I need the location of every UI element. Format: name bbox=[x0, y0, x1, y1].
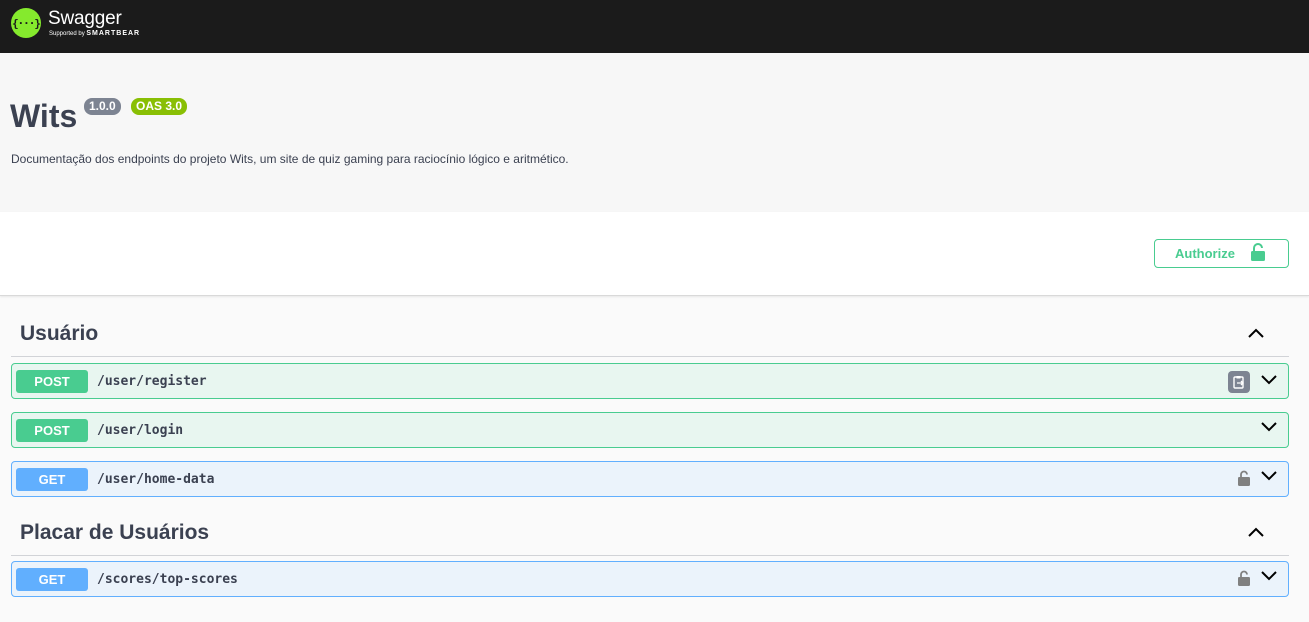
oas-badge: OAS 3.0 bbox=[131, 98, 188, 115]
chevron-up-icon[interactable] bbox=[1247, 326, 1265, 344]
chevron-down-icon[interactable] bbox=[1260, 469, 1278, 487]
tag-section-usuario[interactable]: Usuário bbox=[11, 311, 1289, 357]
tag-title-placar: Placar de Usuários bbox=[20, 520, 210, 544]
copy-icon[interactable] bbox=[1228, 371, 1250, 393]
api-info: Wits 1.0.0 OAS 3.0 Documentação dos endp… bbox=[0, 53, 1309, 212]
tag-section-placar[interactable]: Placar de Usuários bbox=[11, 510, 1289, 556]
chevron-down-icon[interactable] bbox=[1260, 373, 1278, 391]
operation-path: /user/home-data bbox=[97, 471, 215, 487]
chevron-up-icon[interactable] bbox=[1247, 525, 1265, 543]
logo-text: Swagger Supported by SMARTBEAR bbox=[48, 8, 140, 38]
method-badge: GET bbox=[16, 467, 88, 491]
operation-path: /scores/top-scores bbox=[97, 571, 238, 587]
logo-subtitle: Supported by SMARTBEAR bbox=[49, 30, 140, 38]
operation-get-scores-top-scores[interactable]: GET /scores/top-scores bbox=[11, 561, 1289, 597]
method-badge: GET bbox=[16, 567, 88, 591]
operation-controls bbox=[1228, 371, 1278, 393]
method-badge: POST bbox=[16, 418, 88, 442]
authorize-label: Authorize bbox=[1175, 246, 1235, 261]
api-title: Wits bbox=[10, 98, 78, 134]
logo-supported-by: Supported by bbox=[49, 31, 85, 37]
operation-post-user-login[interactable]: POST /user/login bbox=[11, 412, 1289, 448]
logo-brand: SMARTBEAR bbox=[86, 30, 141, 37]
version-badge: 1.0.0 bbox=[84, 98, 121, 115]
unlock-icon[interactable] bbox=[1238, 570, 1250, 586]
operation-post-user-register[interactable]: POST /user/register bbox=[11, 363, 1289, 399]
operation-path: /user/register bbox=[97, 373, 207, 389]
operation-controls bbox=[1238, 469, 1278, 487]
unlock-icon bbox=[1250, 243, 1265, 264]
unlock-icon[interactable] bbox=[1238, 470, 1250, 486]
logo-title: Swagger bbox=[48, 8, 122, 29]
scheme-container: Authorize bbox=[0, 212, 1309, 296]
method-badge: POST bbox=[16, 369, 88, 393]
operation-path: /user/login bbox=[97, 422, 184, 438]
chevron-down-icon[interactable] bbox=[1260, 420, 1278, 438]
operation-controls bbox=[1238, 569, 1278, 587]
topbar: {···} Swagger Supported by SMARTBEAR bbox=[0, 0, 1309, 53]
operation-controls bbox=[1260, 420, 1278, 438]
chevron-down-icon[interactable] bbox=[1260, 569, 1278, 587]
swagger-logo[interactable]: {···} Swagger Supported by SMARTBEAR bbox=[11, 8, 140, 38]
operation-get-user-home-data[interactable]: GET /user/home-data bbox=[11, 461, 1289, 497]
tag-title-usuario: Usuário bbox=[20, 321, 99, 345]
api-description: Documentação dos endpoints do projeto Wi… bbox=[11, 152, 569, 166]
authorize-button[interactable]: Authorize bbox=[1154, 239, 1289, 268]
swagger-logo-icon: {···} bbox=[11, 8, 41, 38]
